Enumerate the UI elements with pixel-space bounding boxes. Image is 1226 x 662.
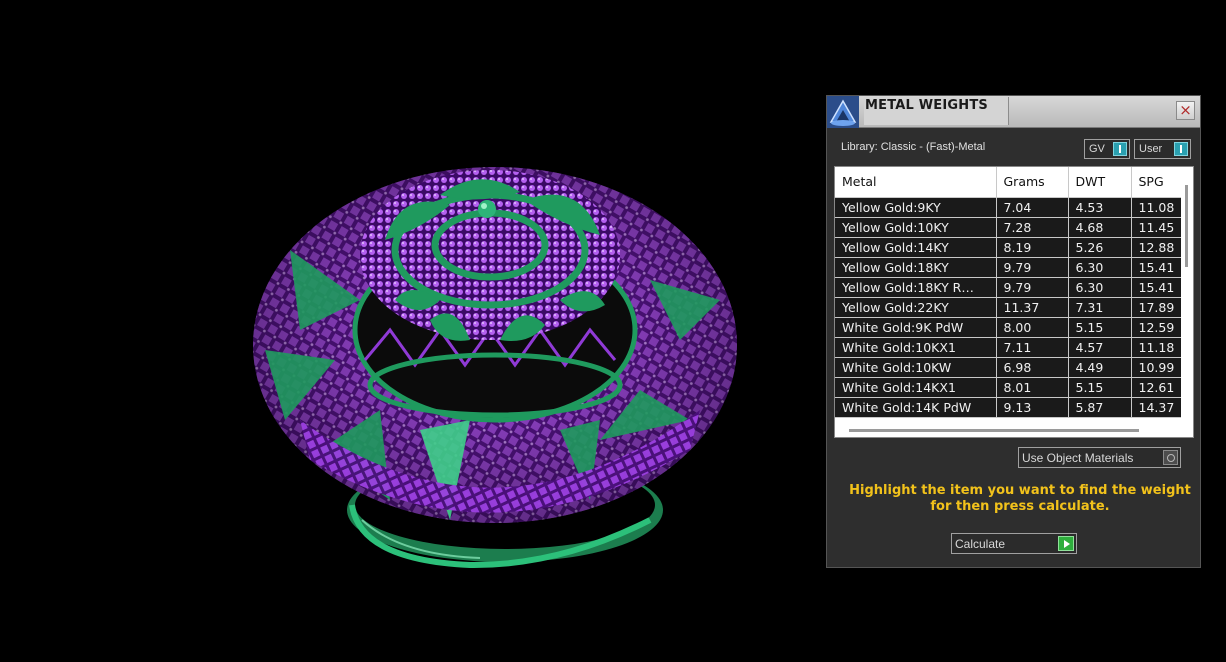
table-row[interactable]: Yellow Gold:18KY 9.79 6.30 15.41 xyxy=(835,257,1184,278)
cell-grams: 11.37 xyxy=(996,297,1069,318)
toggle-icon xyxy=(1113,142,1127,156)
close-icon[interactable]: × xyxy=(1176,101,1195,120)
cell-spg: 11.45 xyxy=(1131,217,1184,238)
column-header-dwt[interactable]: DWT xyxy=(1068,167,1132,198)
user-toggle[interactable]: User xyxy=(1134,139,1191,159)
table-header-row: Metal Grams DWT SPG xyxy=(835,167,1184,198)
cell-grams: 8.01 xyxy=(996,377,1069,398)
metal-weights-panel: METAL WEIGHTS × Library: Classic - (Fast… xyxy=(826,95,1201,568)
user-label: User xyxy=(1139,143,1163,155)
table-body: Yellow Gold:9KY 7.04 4.53 11.08 Yellow Gold:… xyxy=(835,197,1184,418)
column-header-metal[interactable]: Metal xyxy=(835,167,997,198)
cell-dwt: 7.31 xyxy=(1068,297,1132,318)
cell-metal: Yellow Gold:18KY xyxy=(835,257,997,278)
cell-dwt: 5.87 xyxy=(1068,397,1132,418)
cell-spg: 12.88 xyxy=(1131,237,1184,258)
library-label: Library: Classic - (Fast)-Metal xyxy=(841,141,986,153)
cell-metal: White Gold:10KX1 xyxy=(835,337,997,358)
table-row[interactable]: Yellow Gold:22KY 11.37 7.31 17.89 xyxy=(835,297,1184,318)
cell-grams: 7.04 xyxy=(996,197,1069,218)
table-row[interactable]: Yellow Gold:14KY 8.19 5.26 12.88 xyxy=(835,237,1184,258)
cell-grams: 9.79 xyxy=(996,257,1069,278)
ring-render xyxy=(253,167,737,569)
cell-dwt: 5.15 xyxy=(1068,317,1132,338)
cell-dwt: 5.26 xyxy=(1068,237,1132,258)
cell-spg: 11.08 xyxy=(1131,197,1184,218)
cell-spg: 12.59 xyxy=(1131,317,1184,338)
column-header-spg[interactable]: SPG xyxy=(1131,167,1184,198)
cell-metal: Yellow Gold:18KY R… xyxy=(835,277,997,298)
panel-titlebar[interactable]: METAL WEIGHTS × xyxy=(827,96,1200,128)
cell-dwt: 4.68 xyxy=(1068,217,1132,238)
cell-dwt: 4.57 xyxy=(1068,337,1132,358)
horizontal-scroll-thumb[interactable] xyxy=(849,429,1139,432)
cell-metal: Yellow Gold:9KY xyxy=(835,197,997,218)
3d-viewport[interactable] xyxy=(0,0,820,662)
table-row[interactable]: Yellow Gold:18KY R… 9.79 6.30 15.41 xyxy=(835,277,1184,298)
table-row[interactable]: White Gold:14KX1 8.01 5.15 12.61 xyxy=(835,377,1184,398)
cell-spg: 10.99 xyxy=(1131,357,1184,378)
radio-icon[interactable] xyxy=(1163,450,1178,465)
table-row[interactable]: White Gold:14K PdW 9.13 5.87 14.37 xyxy=(835,397,1184,418)
cell-metal: Yellow Gold:10KY xyxy=(835,217,997,238)
gv-toggle[interactable]: GV xyxy=(1084,139,1130,159)
cell-metal: Yellow Gold:14KY xyxy=(835,237,997,258)
table-row[interactable]: Yellow Gold:10KY 7.28 4.68 11.45 xyxy=(835,217,1184,238)
cell-dwt: 6.30 xyxy=(1068,257,1132,278)
vertical-scrollbar[interactable] xyxy=(1181,167,1193,422)
table-row[interactable]: White Gold:9K PdW 8.00 5.15 12.59 xyxy=(835,317,1184,338)
instruction-line-1: Highlight the item you want to find the … xyxy=(849,483,1191,498)
ring-dome xyxy=(253,167,737,523)
cell-grams: 8.19 xyxy=(996,237,1069,258)
use-object-materials-label: Use Object Materials xyxy=(1022,451,1134,465)
instruction-line-2: for then press calculate. xyxy=(930,499,1110,514)
cell-metal: Yellow Gold:22KY xyxy=(835,297,997,318)
cell-dwt: 6.30 xyxy=(1068,277,1132,298)
table-row[interactable]: White Gold:10KX1 7.11 4.57 11.18 xyxy=(835,337,1184,358)
calculate-button[interactable]: Calculate xyxy=(951,533,1077,554)
cell-spg: 15.41 xyxy=(1131,277,1184,298)
cell-grams: 9.13 xyxy=(996,397,1069,418)
horizontal-scrollbar[interactable] xyxy=(835,421,1193,437)
cell-spg: 12.61 xyxy=(1131,377,1184,398)
cell-spg: 11.18 xyxy=(1131,337,1184,358)
vertical-scroll-thumb[interactable] xyxy=(1185,185,1188,267)
cell-spg: 17.89 xyxy=(1131,297,1184,318)
cell-dwt: 4.49 xyxy=(1068,357,1132,378)
panel-title: METAL WEIGHTS xyxy=(864,97,1009,125)
cell-metal: White Gold:10KW xyxy=(835,357,997,378)
cell-metal: White Gold:14K PdW xyxy=(835,397,997,418)
metal-table-container[interactable]: Metal Grams DWT SPG Yellow Gold:9KY 7.04 4… xyxy=(834,166,1194,438)
calculate-label: Calculate xyxy=(955,537,1006,551)
instruction-text: Highlight the item you want to find the … xyxy=(842,483,1198,515)
cell-grams: 9.79 xyxy=(996,277,1069,298)
cell-spg: 14.37 xyxy=(1131,397,1184,418)
rhino-jewel-icon xyxy=(827,96,859,128)
table-row[interactable]: White Gold:10KW 6.98 4.49 10.99 xyxy=(835,357,1184,378)
cell-spg: 15.41 xyxy=(1131,257,1184,278)
table-row[interactable]: Yellow Gold:9KY 7.04 4.53 11.08 xyxy=(835,197,1184,218)
column-header-grams[interactable]: Grams xyxy=(996,167,1069,198)
cell-grams: 8.00 xyxy=(996,317,1069,338)
cell-grams: 7.11 xyxy=(996,337,1069,358)
play-icon xyxy=(1058,536,1074,551)
metal-table: Metal Grams DWT SPG Yellow Gold:9KY 7.04 4… xyxy=(835,167,1184,418)
cell-metal: White Gold:14KX1 xyxy=(835,377,997,398)
gv-label: GV xyxy=(1089,143,1105,155)
toggle-icon xyxy=(1174,142,1188,156)
cell-metal: White Gold:9K PdW xyxy=(835,317,997,338)
cell-grams: 7.28 xyxy=(996,217,1069,238)
use-object-materials-option[interactable]: Use Object Materials xyxy=(1018,447,1181,468)
cell-dwt: 4.53 xyxy=(1068,197,1132,218)
cell-grams: 6.98 xyxy=(996,357,1069,378)
cell-dwt: 5.15 xyxy=(1068,377,1132,398)
